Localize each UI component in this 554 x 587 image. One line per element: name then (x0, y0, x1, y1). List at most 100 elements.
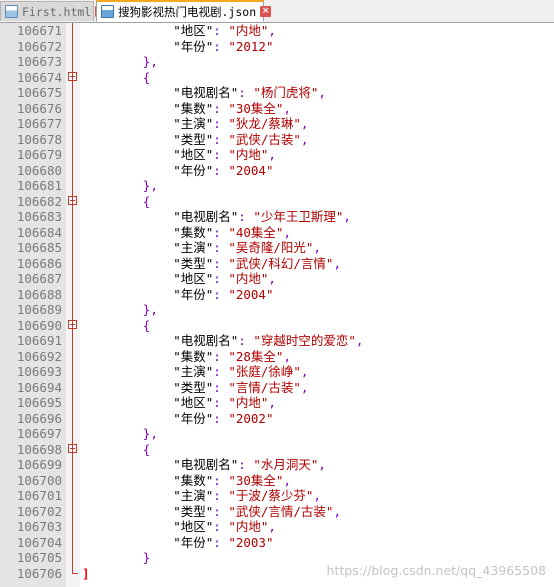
code-line: 106678 "类型": "武侠/古装", (0, 132, 554, 148)
json-key: 电视剧名 (180, 457, 231, 472)
json-key: 地区 (180, 271, 206, 286)
brace: }, (142, 426, 158, 441)
line-number: 106675 (16, 85, 62, 100)
json-key: 电视剧名 (180, 333, 231, 348)
code-line: 106686 "类型": "武侠/科幻/言情", (0, 256, 554, 272)
code-text: "年份": "2003" (173, 534, 274, 550)
json-key: 地区 (180, 147, 206, 162)
code-text: "地区": "内地", (173, 395, 276, 410)
json-key: 年份 (180, 286, 206, 302)
json-value: 2012 (235, 38, 266, 54)
code-text: }, (143, 54, 158, 70)
line-number: 106686 (16, 255, 62, 271)
code-line: 106692 "集数": "28集全", (0, 349, 554, 365)
line-number: 106703 (16, 519, 62, 534)
tab-first-html[interactable]: First.html × (0, 1, 107, 21)
code-text: "主演": "于波/蔡少芬", (173, 488, 321, 503)
line-number: 106705 (16, 550, 62, 565)
json-key: 地区 (180, 519, 206, 534)
json-value: 30集全 (235, 472, 276, 488)
line-number: 106689 (16, 302, 62, 317)
json-value: 武侠/科幻/言情 (235, 255, 326, 271)
json-value: 少年王卫斯理 (260, 209, 336, 224)
close-icon[interactable]: × (260, 6, 272, 17)
code-line: 106699 "电视剧名": "水月洞天", (0, 457, 554, 473)
json-value: 言情/古装 (235, 379, 294, 395)
brace: } (142, 550, 151, 565)
tab-json-file[interactable]: 搜狗影视热门电视剧.json × (96, 0, 272, 22)
tab-label: First.html (22, 4, 92, 19)
line-number: 106702 (16, 503, 62, 519)
json-value: 狄龙/蔡琳 (235, 116, 294, 131)
code-text: "年份": "2002" (173, 410, 274, 426)
line-number: 106671 (16, 23, 62, 38)
code-line: 106679 "地区": "内地", (0, 147, 554, 163)
code-text: "主演": "狄龙/蔡琳", (173, 116, 309, 131)
json-value: 内地 (235, 147, 261, 162)
json-value: 杨门虎将 (260, 85, 311, 100)
fold-guide-line (72, 23, 73, 574)
line-number: 106696 (16, 410, 62, 426)
brace: { (142, 317, 151, 333)
json-key: 地区 (180, 395, 206, 410)
code-line: 106690 { (0, 318, 554, 334)
json-key: 年份 (180, 534, 206, 550)
line-number: 106693 (16, 364, 62, 379)
line-number: 106674 (16, 69, 62, 85)
json-value: 武侠/古装 (235, 131, 294, 147)
code-text: "类型": "武侠/古装", (173, 131, 309, 147)
code-text: "集数": "28集全", (173, 348, 291, 364)
json-value: 内地 (235, 395, 261, 410)
json-key: 年份 (180, 162, 206, 178)
json-key: 主演 (180, 240, 206, 255)
code-text: "年份": "2004" (173, 286, 274, 302)
code-line: 106688 "年份": "2004" (0, 287, 554, 303)
code-line: 106681}, (0, 178, 554, 194)
json-value: 2004 (235, 286, 266, 302)
line-number: 106690 (16, 317, 62, 333)
code-line: 106698 { (0, 442, 554, 458)
code-text: "电视剧名": "水月洞天", (173, 457, 326, 472)
brace: }, (142, 178, 158, 193)
code-editor[interactable]: 106671 "地区": "内地", 106672 "年份": "2012" 10667… (0, 23, 554, 587)
code-line: 106704 "年份": "2003" (0, 535, 554, 551)
code-line: 106687 "地区": "内地", (0, 271, 554, 287)
json-key: 类型 (180, 255, 206, 271)
line-number: 106676 (16, 100, 62, 116)
code-text: "年份": "2012" (173, 38, 274, 54)
watermark: https://blog.csdn.net/qq_43965508 (326, 563, 546, 578)
code-line: 106703 "地区": "内地", (0, 519, 554, 535)
code-text: "地区": "内地", (173, 519, 276, 534)
line-number: 106688 (16, 286, 62, 302)
code-text: "地区": "内地", (173, 271, 276, 286)
code-line: 106677 "主演": "狄龙/蔡琳", (0, 116, 554, 132)
code-text: "类型": "武侠/科幻/言情", (173, 255, 341, 271)
json-value: 吴奇隆/阳光 (235, 240, 306, 255)
code-text: }, (143, 426, 158, 442)
code-text: "集数": "40集全", (173, 224, 291, 240)
line-number: 106697 (16, 426, 62, 441)
json-key: 年份 (180, 38, 206, 54)
code-text: } (143, 550, 151, 566)
json-value: 2003 (235, 534, 266, 550)
line-number: 106699 (16, 457, 62, 472)
code-line: 106685 "主演": "吴奇隆/阳光", (0, 240, 554, 256)
json-key: 电视剧名 (180, 85, 231, 100)
line-number: 106678 (16, 131, 62, 147)
code-line: 106671 "地区": "内地", (0, 23, 554, 39)
json-key: 类型 (180, 379, 206, 395)
json-key: 主演 (180, 364, 206, 379)
code-text: "地区": "内地", (173, 23, 276, 38)
code-text: { (143, 442, 151, 458)
json-key: 主演 (180, 116, 206, 131)
json-key: 类型 (180, 131, 206, 147)
json-value: 武侠/言情/古装 (235, 503, 326, 519)
code-line: 106701 "主演": "于波/蔡少芬", (0, 488, 554, 504)
code-line: 106697}, (0, 426, 554, 442)
code-text: ] (82, 566, 90, 582)
code-line: 106693 "主演": "张庭/徐峥", (0, 364, 554, 380)
line-number: 106683 (16, 209, 62, 224)
json-value: 40集全 (235, 224, 276, 240)
fold-guide-end (72, 573, 78, 575)
json-value: 2004 (235, 162, 266, 178)
